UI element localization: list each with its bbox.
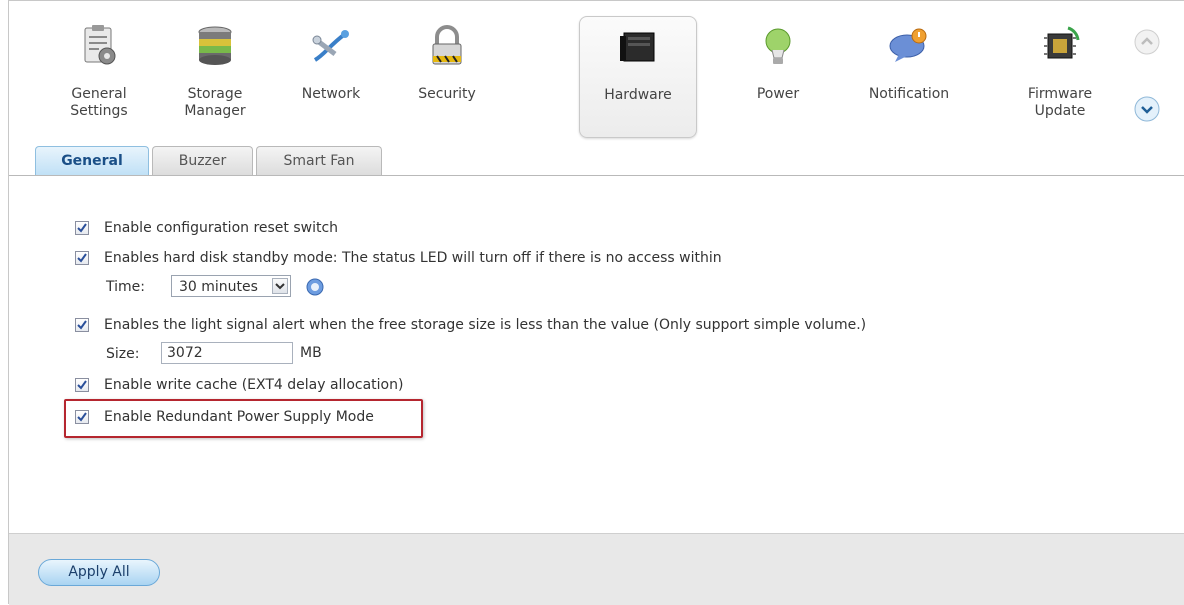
config-reset-label: Enable configuration reset switch (104, 220, 339, 236)
light-alert-label: Enables the light signal alert when the … (104, 317, 867, 333)
nav-label: Notification (868, 86, 950, 102)
nav-firmware-update[interactable]: Firmware Update (1002, 16, 1118, 136)
nav-notification[interactable]: Notification (851, 16, 967, 136)
nav-storage-manager[interactable]: Storage Manager (157, 16, 273, 136)
time-label: Time: (106, 279, 145, 295)
speech-bubble-alert-icon (889, 28, 927, 62)
nav-label: Power (756, 86, 800, 102)
tab-divider (9, 175, 1184, 176)
network-cable-icon (312, 30, 349, 62)
scroll-up-button[interactable] (1134, 29, 1160, 55)
padlock-icon (432, 25, 462, 65)
tab-buzzer[interactable]: Buzzer (152, 146, 253, 176)
chip-refresh-icon (1044, 26, 1080, 59)
settings-window: General Settings Storage Manager Network… (8, 0, 1184, 605)
size-input[interactable] (161, 342, 293, 364)
nav-network[interactable]: Network (273, 16, 389, 136)
check-icon (77, 223, 87, 233)
chevron-down-icon (272, 278, 288, 294)
lightbulb-icon (765, 28, 791, 64)
nav-label: Storage Manager (184, 86, 246, 119)
standby-checkbox[interactable] (75, 251, 89, 265)
tab-general[interactable]: General (35, 146, 149, 176)
server-box-icon (620, 32, 655, 62)
nav-hardware[interactable]: Hardware (579, 16, 697, 138)
nav-power[interactable]: Power (720, 16, 836, 136)
time-select-value: 30 minutes (179, 279, 258, 295)
size-label: Size: (106, 346, 140, 362)
nav-label: Hardware (604, 87, 672, 103)
nav-label: Security (418, 86, 476, 102)
nav-label: Network (301, 86, 361, 102)
light-alert-checkbox[interactable] (75, 318, 89, 332)
nav-label: Firmware Update (1027, 86, 1093, 119)
tab-smart-fan[interactable]: Smart Fan (256, 146, 382, 176)
check-icon (77, 320, 87, 330)
write-cache-label: Enable write cache (EXT4 delay allocatio… (104, 377, 404, 393)
scroll-down-button[interactable] (1134, 96, 1160, 122)
nav-security[interactable]: Security (389, 16, 505, 136)
apply-all-button[interactable]: Apply All (38, 559, 160, 586)
clipboard-gear-icon (84, 25, 116, 65)
help-icon[interactable] (306, 278, 324, 296)
nav-general-settings[interactable]: General Settings (41, 16, 157, 136)
standby-label: Enables hard disk standby mode: The stat… (104, 250, 722, 266)
redundant-power-checkbox[interactable] (75, 410, 89, 424)
time-select[interactable]: 30 minutes (171, 275, 291, 297)
size-unit: MB (300, 345, 322, 361)
config-reset-checkbox[interactable] (75, 221, 89, 235)
check-icon (77, 412, 87, 422)
write-cache-checkbox[interactable] (75, 378, 89, 392)
footer-bar: Apply All (9, 533, 1184, 605)
redundant-power-label: Enable Redundant Power Supply Mode (104, 409, 374, 425)
chevron-up-icon (1134, 29, 1160, 55)
check-icon (77, 380, 87, 390)
check-icon (77, 253, 87, 263)
nav-label: General Settings (70, 86, 128, 119)
chevron-down-icon (1134, 96, 1160, 122)
disk-stack-icon (198, 26, 232, 65)
